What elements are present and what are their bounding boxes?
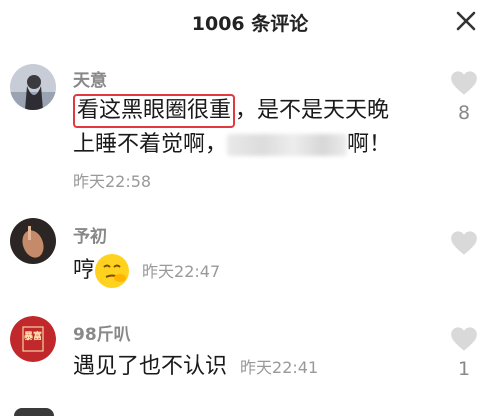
comments-header: 1006 条评论 — [0, 0, 500, 44]
comment-text-segment: 上睡不着觉啊， — [73, 132, 228, 157]
avatar[interactable]: 暴富 — [10, 316, 56, 362]
comment-item: 暴富 98斤叭 遇见了也不认识 昨天22:41 1 — [0, 310, 500, 416]
avatar-partial — [14, 408, 54, 416]
comment-text-segment: 遇见了也不认识 — [73, 354, 228, 379]
comment-author[interactable]: 98斤叭 — [73, 320, 131, 345]
comment-text-segment: 哼 — [73, 258, 96, 283]
comment-text: 遇见了也不认识 昨天22:41 — [73, 350, 318, 385]
comment-time: 昨天22:58 — [73, 172, 152, 191]
comment-item: 天意 看这黑眼圈很重 ，是不是天天晚 上睡不着觉啊， 啊！ 昨天22:58 8 — [0, 58, 500, 208]
close-icon[interactable] — [454, 9, 478, 33]
comment-time: 昨天22:47 — [142, 262, 221, 281]
like-count: 8 — [457, 102, 471, 124]
highlight-box: 看这黑眼圈很重 — [73, 94, 236, 128]
like-button[interactable]: 8 — [450, 70, 478, 124]
blurred-text — [227, 134, 348, 156]
like-count: 1 — [457, 358, 471, 380]
comment-item: 予初 哼 昨天22:47 — [0, 212, 500, 302]
like-button[interactable] — [450, 230, 478, 260]
comment-text-rest: ，是不是天天晚 — [235, 98, 390, 123]
comment-author[interactable]: 天意 — [73, 66, 107, 91]
comment-time: 昨天22:41 — [240, 358, 319, 377]
like-button[interactable]: 1 — [450, 326, 478, 380]
comment-count-title: 1006 条评论 — [191, 13, 309, 35]
avatar[interactable] — [10, 218, 56, 264]
comment-text: 看这黑眼圈很重 ，是不是天天晚 — [73, 94, 389, 128]
comment-text: 哼 昨天22:47 — [73, 254, 220, 289]
heart-icon[interactable] — [450, 230, 478, 256]
comment-text-segment: 啊！ — [347, 132, 392, 157]
emoji-icon — [95, 254, 130, 288]
heart-icon[interactable] — [450, 326, 478, 352]
comment-text-line2: 上睡不着觉啊， 啊！ — [73, 128, 391, 162]
comment-author[interactable]: 予初 — [73, 222, 107, 247]
avatar[interactable] — [10, 64, 56, 110]
avatar-text: 暴富 — [23, 332, 42, 342]
heart-icon[interactable] — [450, 70, 478, 96]
